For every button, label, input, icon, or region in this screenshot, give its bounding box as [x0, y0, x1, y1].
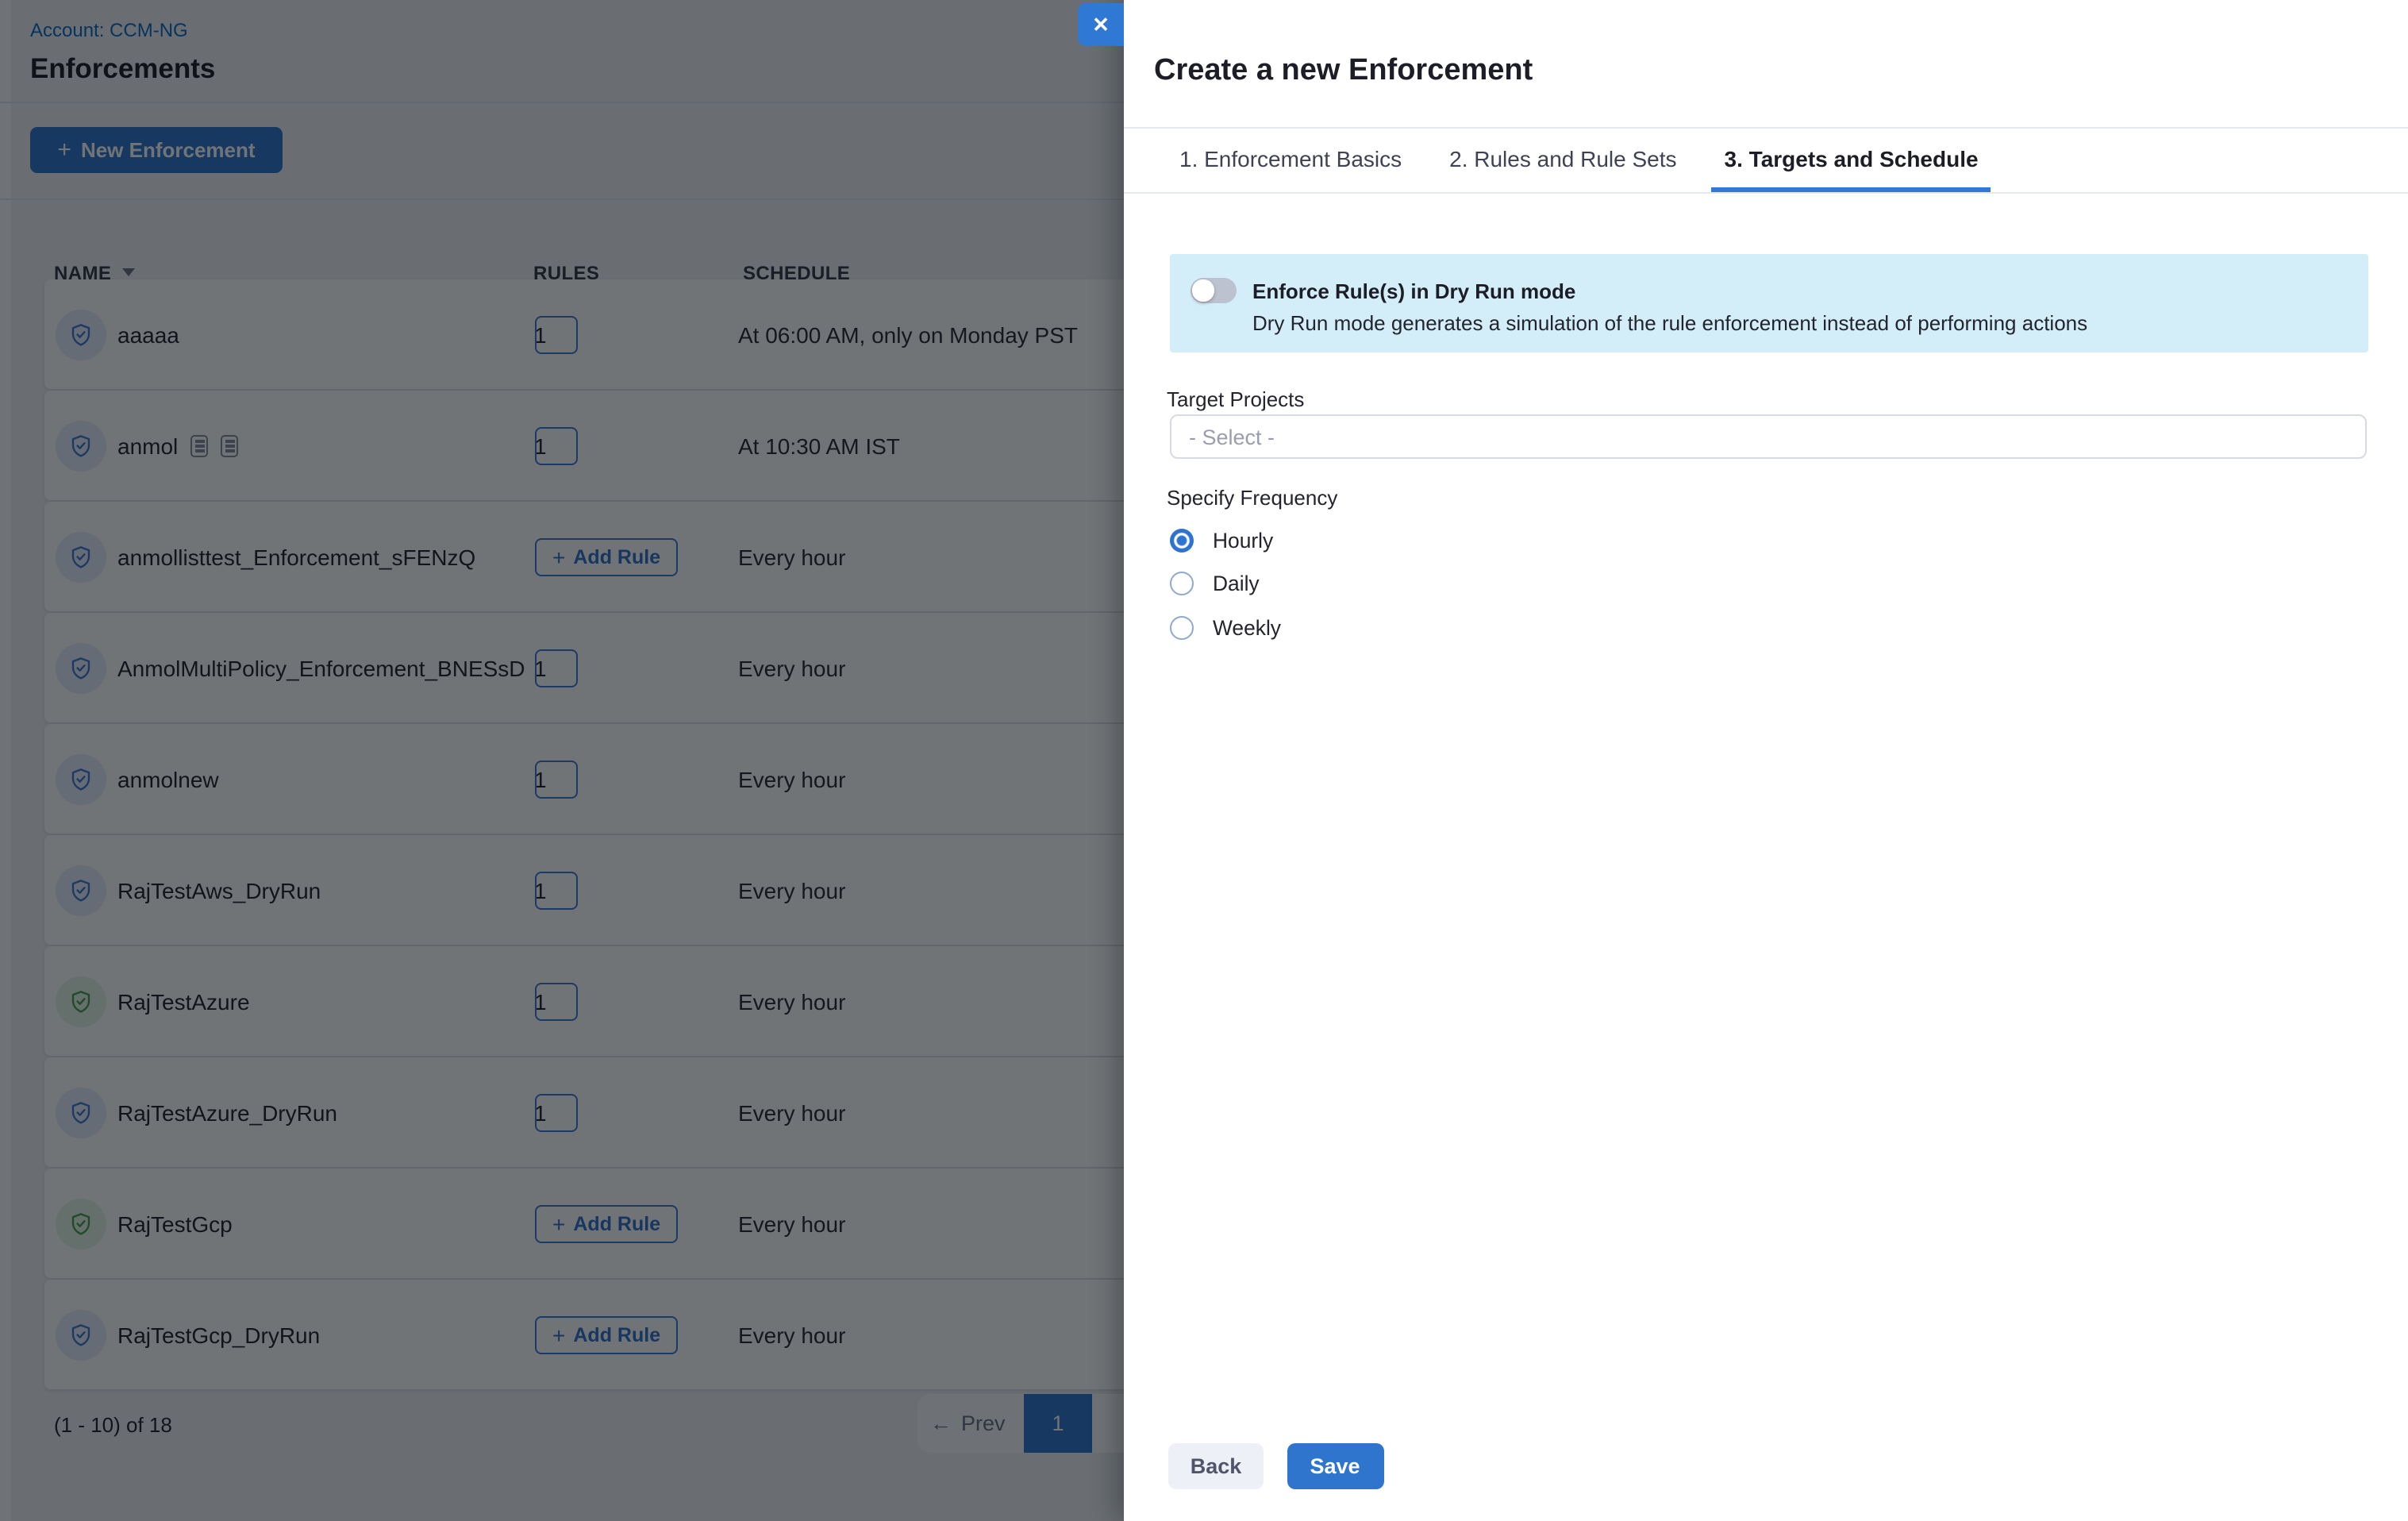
target-projects-label: Target Projects: [1167, 387, 1304, 411]
wizard-tab[interactable]: 2. Rules and Rule Sets: [1437, 129, 1689, 192]
dry-run-description: Dry Run mode generates a simulation of t…: [1252, 311, 2087, 335]
drawer-title: Create a new Enforcement: [1154, 54, 1533, 89]
drawer-footer: Back Save: [1168, 1443, 1383, 1489]
create-enforcement-drawer: ✕ Create a new Enforcement 1. Enforcemen…: [1124, 0, 2408, 1521]
wizard-tabs: 1. Enforcement Basics 2. Rules and Rule S…: [1167, 129, 1991, 192]
radio-icon: [1170, 528, 1194, 552]
tabs-divider: [1124, 192, 2408, 194]
wizard-tab[interactable]: 3. Targets and Schedule: [1712, 129, 1991, 192]
frequency-option[interactable]: Daily: [1170, 571, 1260, 596]
close-button[interactable]: ✕: [1078, 3, 1124, 46]
radio-icon: [1170, 615, 1194, 639]
radio-icon: [1170, 572, 1194, 595]
wizard-tab[interactable]: 1. Enforcement Basics: [1167, 129, 1414, 192]
modal-dim-overlay: [0, 0, 1124, 1521]
dry-run-banner: Enforce Rule(s) in Dry Run mode Dry Run …: [1170, 254, 2368, 352]
specify-frequency-label: Specify Frequency: [1167, 486, 1337, 510]
toggle-knob: [1192, 279, 1214, 301]
radio-label: Hourly: [1213, 528, 1273, 552]
close-icon: ✕: [1092, 12, 1110, 37]
target-projects-select[interactable]: - Select -: [1170, 414, 2367, 459]
radio-label: Daily: [1213, 572, 1260, 595]
select-placeholder: - Select -: [1189, 425, 1275, 449]
back-button[interactable]: Back: [1168, 1443, 1264, 1489]
radio-label: Weekly: [1213, 615, 1281, 639]
frequency-option[interactable]: Weekly: [1170, 614, 1281, 640]
screen: Account: CCM-NG Enforcements + New Enfor…: [0, 0, 2408, 1521]
save-button[interactable]: Save: [1287, 1443, 1383, 1489]
frequency-option[interactable]: Hourly: [1170, 527, 1273, 553]
dry-run-label: Enforce Rule(s) in Dry Run mode: [1252, 279, 1575, 303]
dry-run-toggle[interactable]: [1191, 278, 1237, 302]
